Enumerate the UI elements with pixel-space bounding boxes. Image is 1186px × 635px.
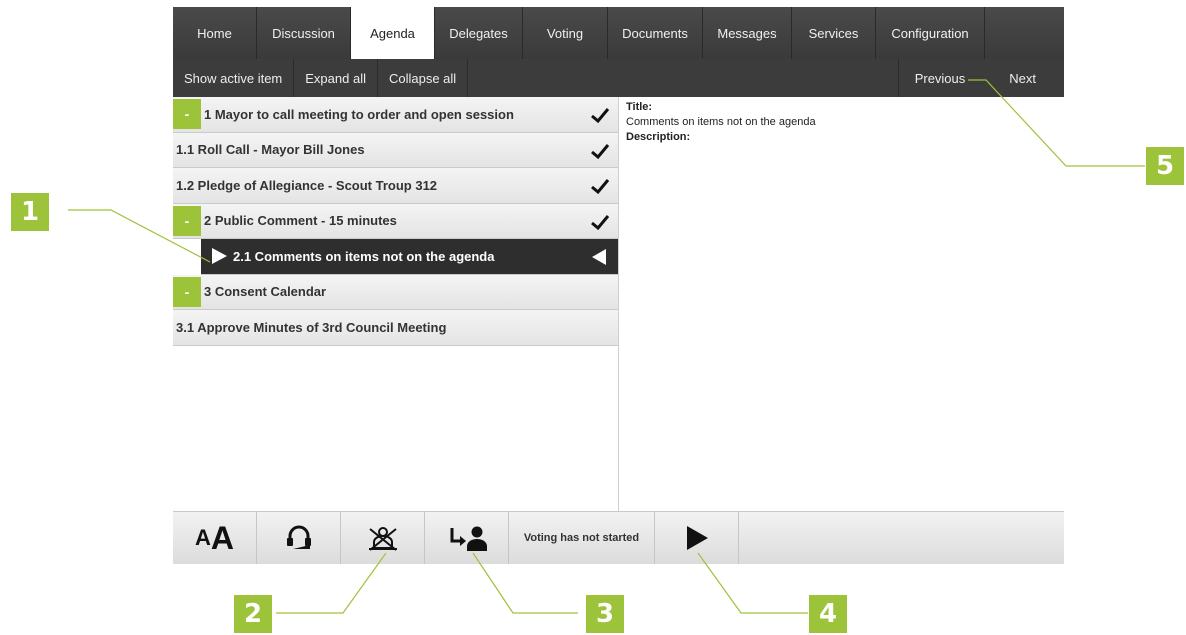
agenda-item[interactable]: 1.1 Roll Call - Mayor Bill Jones — [173, 132, 618, 168]
show-active-item-button[interactable]: Show active item — [173, 59, 295, 97]
agenda-item-label: 2.1 Comments on items not on the agenda — [233, 248, 495, 264]
no-speaker-button[interactable] — [341, 512, 425, 564]
agenda-list: - 1 Mayor to call meeting to order and o… — [173, 97, 619, 511]
request-to-speak-button[interactable] — [425, 512, 509, 564]
main-tab-bar: Home Discussion Agenda Delegates Voting … — [173, 7, 1064, 59]
agenda-item-label: 1.2 Pledge of Allegiance - Scout Troup 3… — [176, 177, 438, 193]
tab-delegates[interactable]: Delegates — [435, 7, 523, 59]
check-icon — [591, 179, 610, 195]
agenda-item-label: 1.1 Roll Call - Mayor Bill Jones — [176, 142, 365, 158]
check-icon — [591, 108, 610, 124]
callout-3: 3 — [586, 595, 624, 633]
title-label: Title: — [626, 101, 653, 113]
check-icon — [591, 214, 610, 230]
voting-status: Voting has not started — [509, 512, 655, 564]
agenda-item[interactable]: - 3 Consent Calendar — [173, 274, 618, 310]
collapse-toggle[interactable]: - — [173, 99, 201, 130]
callout-1: 1 — [11, 193, 49, 231]
agenda-item-active[interactable]: 2.1 Comments on items not on the agenda — [201, 239, 618, 275]
headset-icon — [286, 525, 311, 549]
agenda-item[interactable]: 1.2 Pledge of Allegiance - Scout Troup 3… — [173, 168, 618, 204]
tab-services[interactable]: Services — [792, 7, 876, 59]
active-item-play-icon — [212, 248, 227, 265]
agenda-item-label: 2 Public Comment - 15 minutes — [204, 213, 397, 229]
callout-4: 4 — [809, 595, 847, 633]
active-item-marker-icon — [592, 249, 606, 265]
tab-configuration[interactable]: Configuration — [876, 7, 985, 59]
collapse-toggle[interactable]: - — [173, 276, 201, 307]
tab-documents[interactable]: Documents — [608, 7, 703, 59]
bottom-bar: A A Voting has not started — [173, 511, 1064, 564]
request-speak-icon — [450, 526, 487, 551]
agenda-item-label: 3.1 Approve Minutes of 3rd Council Meeti… — [176, 319, 447, 335]
tab-agenda[interactable]: Agenda — [351, 7, 435, 59]
headset-button[interactable] — [257, 512, 341, 564]
font-size-icon-large: A — [210, 519, 234, 556]
tab-messages[interactable]: Messages — [703, 7, 792, 59]
play-icon — [686, 526, 708, 550]
next-button[interactable]: Next — [981, 59, 1064, 97]
agenda-item-label: 1 Mayor to call meeting to order and ope… — [204, 106, 514, 122]
agenda-app: Home Discussion Agenda Delegates Voting … — [173, 7, 1064, 564]
title-value: Comments on items not on the agenda — [626, 116, 816, 128]
expand-all-button[interactable]: Expand all — [294, 59, 378, 97]
agenda-item[interactable]: - 1 Mayor to call meeting to order and o… — [173, 97, 618, 133]
previous-button[interactable]: Previous — [897, 59, 982, 97]
start-voting-button[interactable] — [655, 512, 739, 564]
agenda-item[interactable]: 3.1 Approve Minutes of 3rd Council Meeti… — [173, 310, 618, 346]
callout-2: 2 — [234, 595, 272, 633]
font-size-icon: A — [195, 525, 211, 550]
item-details-pane: Title: Comments on items not on the agen… — [620, 97, 1064, 511]
no-speaker-icon — [368, 527, 397, 551]
agenda-toolbar: Show active item Expand all Collapse all… — [173, 59, 1064, 97]
tab-voting[interactable]: Voting — [523, 7, 608, 59]
tab-home[interactable]: Home — [173, 7, 257, 59]
tab-discussion[interactable]: Discussion — [257, 7, 351, 59]
agenda-item[interactable]: - 2 Public Comment - 15 minutes — [173, 203, 618, 239]
description-label: Description: — [626, 131, 691, 143]
collapse-toggle[interactable]: - — [173, 205, 201, 236]
collapse-all-button[interactable]: Collapse all — [378, 59, 469, 97]
agenda-item-label: 3 Consent Calendar — [204, 284, 327, 300]
check-icon — [591, 143, 610, 159]
font-size-button[interactable]: A A — [173, 512, 257, 564]
callout-5: 5 — [1146, 147, 1184, 185]
